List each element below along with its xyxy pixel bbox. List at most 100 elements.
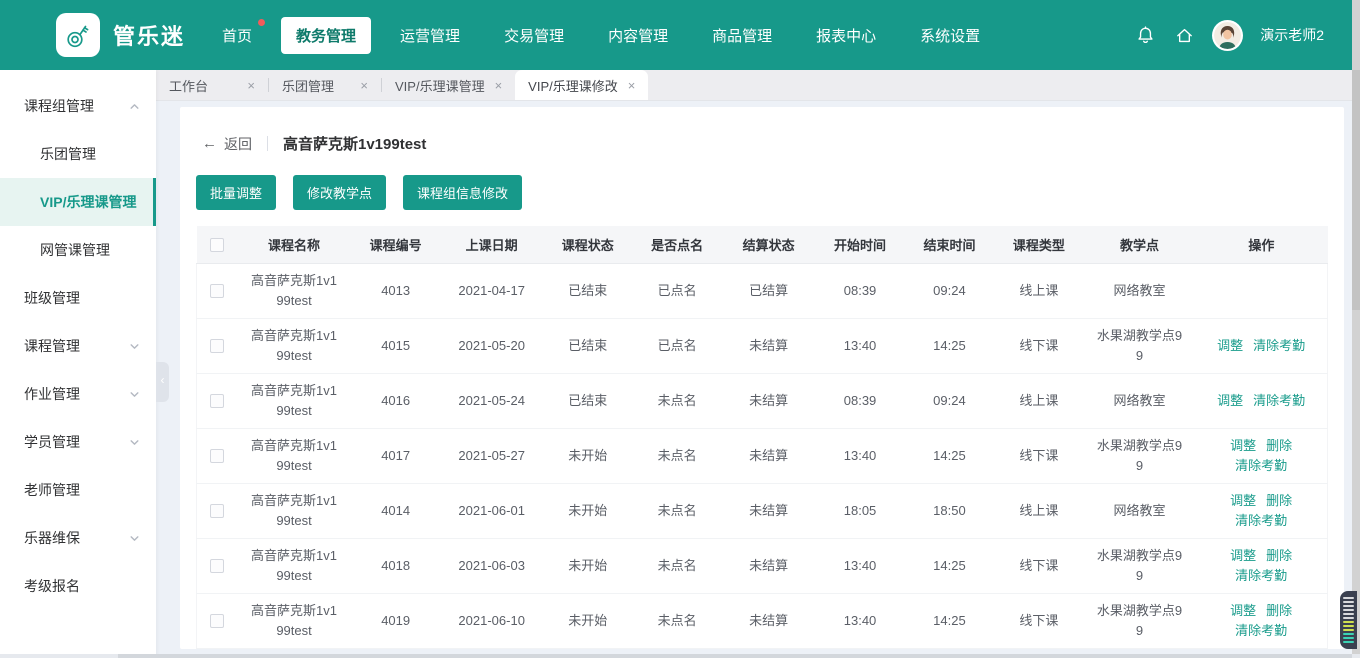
rollcall-cell: 未点名 bbox=[632, 373, 722, 429]
tab-label: 乐团管理 bbox=[282, 78, 335, 94]
sidebar-item-3[interactable]: 网管课管理 bbox=[0, 226, 156, 274]
topnav-item-4[interactable]: 内容管理 bbox=[593, 17, 683, 54]
tab-bar: 工作台 × 乐团管理 × VIP/乐理课管理 × VIP/乐理课修改 × bbox=[156, 70, 1360, 101]
sidebar-item-7[interactable]: 学员管理 bbox=[0, 418, 156, 466]
tab-close-icon[interactable]: × bbox=[247, 78, 255, 93]
delete-link[interactable]: 删除 bbox=[1266, 438, 1292, 453]
sidebar-item-9[interactable]: 乐器维保 bbox=[0, 514, 156, 562]
brand-logo-icon bbox=[56, 13, 100, 57]
rollcall-cell: 已点名 bbox=[632, 263, 722, 319]
clear-attendance-link[interactable]: 清除考勤 bbox=[1253, 338, 1305, 353]
tab-close-icon[interactable]: × bbox=[360, 78, 368, 93]
column-header-6: 开始时间 bbox=[815, 226, 905, 264]
course-no-cell: 4017 bbox=[350, 428, 441, 484]
course-name-cell: 高音萨克斯1v199test bbox=[237, 428, 351, 484]
clear-attendance-link[interactable]: 清除考勤 bbox=[1235, 458, 1287, 473]
delete-link[interactable]: 删除 bbox=[1266, 548, 1292, 563]
topnav-item-2[interactable]: 运营管理 bbox=[385, 17, 475, 54]
row-checkbox[interactable] bbox=[210, 614, 225, 629]
horizontal-scrollbar-thumb[interactable] bbox=[118, 654, 1352, 658]
sidebar-item-1[interactable]: 乐团管理 bbox=[0, 130, 156, 178]
vertical-scrollbar[interactable] bbox=[1352, 0, 1360, 658]
tab-1[interactable]: 乐团管理 × bbox=[269, 70, 381, 100]
row-checkbox[interactable] bbox=[210, 449, 225, 464]
detail-card: ← 返回 高音萨克斯1v199test 批量调整 修改教学点 课程组信息修改 课… bbox=[180, 107, 1344, 649]
row-checkbox[interactable] bbox=[210, 284, 225, 299]
batch-adjust-button[interactable]: 批量调整 bbox=[196, 175, 277, 210]
select-all-checkbox[interactable] bbox=[209, 238, 224, 253]
home-icon[interactable] bbox=[1173, 24, 1195, 46]
horizontal-scrollbar[interactable] bbox=[0, 654, 1360, 658]
tab-2[interactable]: VIP/乐理课管理 × bbox=[382, 70, 515, 100]
delete-link[interactable]: 删除 bbox=[1266, 493, 1292, 508]
tab-close-icon[interactable]: × bbox=[495, 78, 503, 93]
chevron-down-icon bbox=[129, 389, 140, 400]
adjust-link[interactable]: 调整 bbox=[1230, 603, 1256, 618]
table-row: 高音萨克斯1v199test 4017 2021-05-27 未开始 未点名 未结算 13:… bbox=[196, 428, 1329, 484]
sidebar-item-6[interactable]: 作业管理 bbox=[0, 370, 156, 418]
sidebar-item-4[interactable]: 班级管理 bbox=[0, 274, 156, 322]
adjust-link[interactable]: 调整 bbox=[1230, 438, 1256, 453]
sidebar-item-5[interactable]: 课程管理 bbox=[0, 322, 156, 370]
status-cell: 已结束 bbox=[542, 373, 633, 429]
bell-icon[interactable] bbox=[1134, 24, 1156, 46]
course-name-cell: 高音萨克斯1v199test bbox=[237, 593, 351, 649]
user-avatar[interactable] bbox=[1212, 19, 1244, 51]
topnav-item-6[interactable]: 报表中心 bbox=[801, 17, 891, 54]
modify-course-group-info-button[interactable]: 课程组信息修改 bbox=[403, 175, 523, 210]
course-no-cell: 4014 bbox=[350, 483, 441, 539]
modify-teaching-point-button[interactable]: 修改教学点 bbox=[293, 175, 387, 210]
sidebar-item-10[interactable]: 考级报名 bbox=[0, 562, 156, 610]
adjust-link[interactable]: 调整 bbox=[1217, 393, 1243, 408]
topnav-item-0[interactable]: 首页 bbox=[207, 17, 267, 54]
sidebar-item-label: 网管课管理 bbox=[40, 242, 110, 258]
sidebar-item-8[interactable]: 老师管理 bbox=[0, 466, 156, 514]
back-button[interactable]: ← 返回 bbox=[202, 134, 252, 154]
sidebar-item-label: 乐团管理 bbox=[40, 146, 96, 162]
delete-link[interactable]: 删除 bbox=[1266, 603, 1292, 618]
row-checkbox[interactable] bbox=[210, 394, 225, 409]
table-row: 高音萨克斯1v199test 4015 2021-05-20 已结束 已点名 未结算 13:… bbox=[196, 318, 1329, 374]
back-label: 返回 bbox=[224, 135, 252, 152]
start-time-cell: 13:40 bbox=[815, 538, 905, 594]
vertical-scrollbar-thumb[interactable] bbox=[1352, 70, 1360, 310]
topnav-item-7[interactable]: 系统设置 bbox=[905, 17, 995, 54]
end-time-cell: 14:25 bbox=[904, 428, 995, 484]
brand[interactable]: 管乐迷 bbox=[56, 13, 185, 57]
username[interactable]: 演示老师2 bbox=[1260, 25, 1324, 45]
tab-close-icon[interactable]: × bbox=[628, 78, 636, 93]
status-cell: 已结束 bbox=[542, 263, 633, 319]
clear-attendance-link[interactable]: 清除考勤 bbox=[1235, 513, 1287, 528]
start-time-cell: 18:05 bbox=[815, 483, 905, 539]
adjust-link[interactable]: 调整 bbox=[1217, 338, 1243, 353]
sidebar-item-label: 作业管理 bbox=[24, 386, 80, 402]
course-no-cell: 4019 bbox=[350, 593, 441, 649]
sidebar-collapse-handle[interactable]: ‹ bbox=[156, 362, 169, 402]
tab-3[interactable]: VIP/乐理课修改 × bbox=[515, 70, 649, 100]
settle-cell: 未结算 bbox=[721, 318, 816, 374]
chevron-down-icon bbox=[129, 533, 140, 544]
clear-attendance-link[interactable]: 清除考勤 bbox=[1235, 623, 1287, 638]
clear-attendance-link[interactable]: 清除考勤 bbox=[1235, 568, 1287, 583]
topnav-item-label: 系统设置 bbox=[920, 27, 981, 45]
row-checkbox[interactable] bbox=[210, 339, 225, 354]
topnav-item-3[interactable]: 交易管理 bbox=[489, 17, 579, 54]
clear-attendance-link[interactable]: 清除考勤 bbox=[1253, 393, 1305, 408]
rollcall-cell: 未点名 bbox=[632, 483, 722, 539]
sidebar-item-0[interactable]: 课程组管理 bbox=[0, 82, 156, 130]
row-checkbox[interactable] bbox=[210, 559, 225, 574]
date-cell: 2021-06-01 bbox=[440, 483, 543, 539]
adjust-link[interactable]: 调整 bbox=[1230, 493, 1256, 508]
adjust-link[interactable]: 调整 bbox=[1230, 548, 1256, 563]
row-checkbox[interactable] bbox=[210, 504, 225, 519]
topnav-item-1[interactable]: 教务管理 bbox=[281, 16, 372, 54]
topnav-item-5[interactable]: 商品管理 bbox=[697, 17, 787, 54]
status-cell: 未开始 bbox=[542, 428, 633, 484]
table-row: 高音萨克斯1v199test 4016 2021-05-24 已结束 未点名 未结算 08:… bbox=[196, 373, 1329, 429]
scroll-indicator-widget[interactable] bbox=[1340, 591, 1357, 649]
sidebar-item-2[interactable]: VIP/乐理课管理 bbox=[0, 178, 156, 226]
select-all-header-cell bbox=[196, 226, 238, 264]
sidebar-item-label: 学员管理 bbox=[24, 434, 80, 450]
tab-0[interactable]: 工作台 × bbox=[156, 70, 268, 100]
course-no-cell: 4016 bbox=[350, 373, 441, 429]
